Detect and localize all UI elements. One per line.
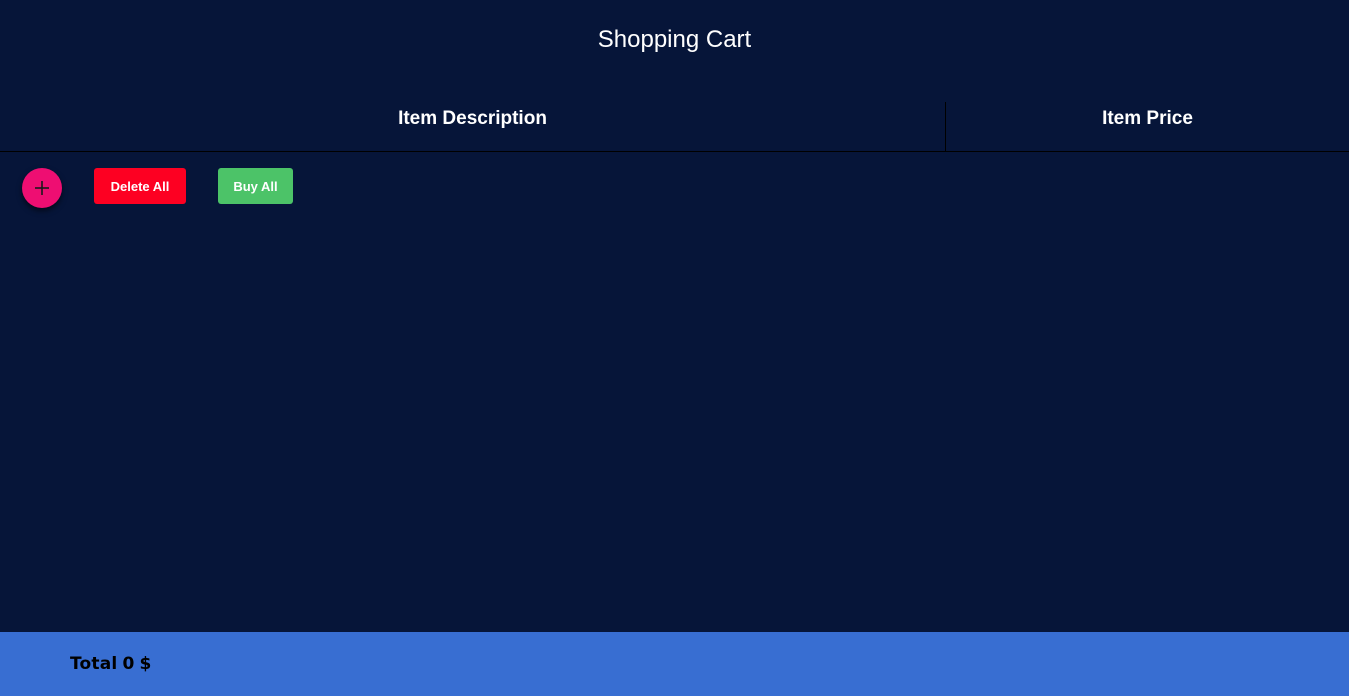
delete-all-button[interactable]: Delete All (94, 168, 186, 204)
page-title: Shopping Cart (597, 26, 752, 53)
total-value: 0 (122, 654, 135, 674)
total-label: Total (70, 654, 118, 674)
buy-all-button[interactable]: Buy All (218, 168, 293, 204)
footer-bar: Total 0 $ (0, 632, 1349, 696)
shopping-cart-app: Shopping Cart Item Description Item Pric… (0, 0, 1349, 696)
table-header: Item Description Item Price (0, 102, 1349, 152)
column-header-item-description: Item Description (0, 102, 946, 151)
total-currency: $ (139, 654, 152, 674)
column-header-item-price: Item Price (1102, 108, 1193, 129)
add-item-button[interactable] (22, 168, 62, 208)
cart-total: Total 0 $ (70, 654, 157, 674)
plus-icon (35, 181, 49, 195)
